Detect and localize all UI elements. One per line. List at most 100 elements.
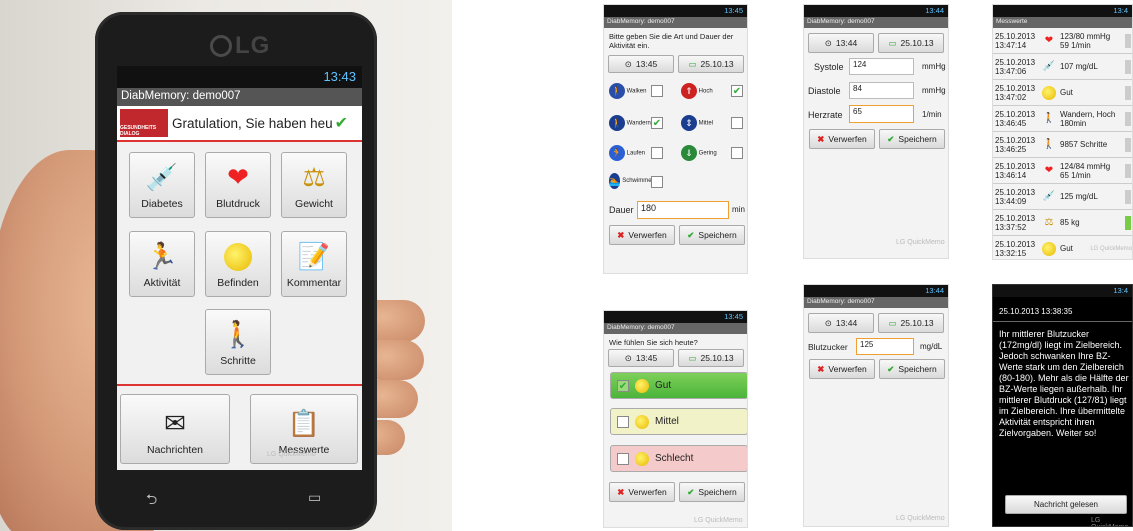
duration-label: Dauer [609,205,634,215]
menu-key-icon[interactable]: ▭ [308,489,321,506]
status-bar: 13:45 [604,5,747,17]
divider [117,384,362,386]
intensity-hoch[interactable]: ⇑ Hoch [681,83,713,99]
syringe-icon: 💉 [145,162,179,192]
tile-diabetes[interactable]: 💉 Diabetes [129,152,195,218]
type-wandern[interactable]: 🚶 Wandern [609,115,651,131]
diastole-input[interactable]: 84 [849,82,914,99]
status-bar: 13:4 [993,5,1132,17]
banner[interactable]: GESUNDHEITS DIALOG Gratulation, Sie habe… [117,106,362,142]
list-item[interactable]: 25.10.2013 13:46:45 🚶 Wandern, Hoch 180min [993,106,1132,132]
checkbox [617,452,629,465]
message-timestamp: 25.10.2013 13:38:35 [999,307,1073,316]
hiker-icon: 🚶 [221,319,255,349]
duration-input[interactable]: 180 [637,201,729,219]
list-item[interactable]: 25.10.2013 13:47:02 Gut [993,80,1132,106]
blood-sugar-input[interactable]: 125 [856,338,914,355]
checkbox-schwimmen[interactable] [651,176,663,188]
mood-option-schlecht[interactable]: Schlecht [610,445,747,472]
steps-icon: 🚶 [1042,139,1056,150]
discard-button[interactable]: ✖ Verwerfen [809,129,875,149]
save-button[interactable]: ✔ Speichern [679,225,745,245]
mood-option-mittel[interactable]: Mittel [610,408,747,435]
checkmark-icon: ✔ [887,133,895,144]
checkbox-laufen[interactable] [651,147,663,159]
checkbox-hoch[interactable]: ✔ [731,85,743,97]
chart-icon: 📋 [287,408,321,438]
date-button[interactable]: ▭ 25.10.13 [678,55,744,73]
mood-screen: 13:45 DiabMemory: demo007 Wie fühlen Sie… [603,310,748,528]
list-item[interactable]: 25.10.2013 13:37:52 ⚖ 85 kg [993,210,1132,236]
time-button[interactable]: ⊙ 13:45 [608,55,674,73]
list-item[interactable]: 25.10.2013 13:46:14 ❤ 124/84 mmHg 65 1/min [993,158,1132,184]
list-item[interactable]: 25.10.2013 13:44:09 💉 125 mg/dL [993,184,1132,210]
syringe-icon: 💉 [1042,61,1056,72]
type-schwimmen[interactable]: 🏊 Schwimmen [609,173,655,189]
tile-befinden[interactable]: Befinden [205,231,271,297]
prompt: Bitte geben Sie die Art und Dauer der Ak… [609,32,734,50]
type-laufen[interactable]: 🏃 Laufen [609,145,645,161]
checkbox-wandern[interactable]: ✔ [651,117,663,129]
smiley-icon [1041,85,1057,100]
list-item[interactable]: 25.10.2013 13:47:06 💉 107 mg/dL [993,54,1132,80]
blood-pressure-screen: 13:44 DiabMemory: demo007 ⊙ 13:44 ▭ 25.10.… [803,4,949,259]
date-button[interactable]: ▭ 25.10.13 [878,313,944,333]
discard-button[interactable]: ✖ Verwerfen [809,359,875,379]
date-button[interactable]: ▭ 25.10.13 [878,33,944,53]
clock-icon: ⊙ [624,58,632,69]
message-read-button[interactable]: Nachricht gelesen [1005,495,1127,514]
tile-schritte[interactable]: 🚶 Schritte [205,309,271,375]
checkmark-icon: ✔ [334,115,349,132]
save-button[interactable]: ✔ Speichern [879,129,945,149]
tile-nachrichten[interactable]: ✉ Nachrichten [120,394,230,464]
status-bar: 13:45 [604,311,747,323]
back-key-icon[interactable]: ⮌ [146,489,157,513]
tile-blutdruck[interactable]: ❤ Blutdruck [205,152,271,218]
save-button[interactable]: ✔ Speichern [679,482,745,502]
heart-icon: ❤ [1044,165,1054,176]
list-item[interactable]: 25.10.2013 13:46:25 🚶 9857 Schritte [993,132,1132,158]
checkbox-mittel[interactable] [731,117,743,129]
list-item[interactable]: 25.10.2013 13:32:15 Gut LG QuickMemo [993,236,1132,259]
checkbox-gering[interactable] [731,147,743,159]
pulse-input[interactable]: 65 [849,105,914,123]
blood-sugar-screen: 13:44 DiabMemory: demo007 ⊙ 13:44 ▭ 25.10.… [803,284,949,527]
systole-input[interactable]: 124 [849,58,914,75]
phone-screen: 13:43 DiabMemory: demo007 GESUNDHEITS DI… [117,66,362,470]
screen-title: Messwerte [993,17,1132,28]
watermark: LG QuickMemo [1091,517,1128,526]
app-title: DiabMemory: demo007 [604,17,747,28]
tile-kommentar[interactable]: 📝 Kommentar [281,231,347,297]
values-screen: 13:4 Messwerte 25.10.2013 13:47:14 ❤ 123/80… [992,4,1133,260]
intensity-mittel[interactable]: ⇕ Mittel [681,115,713,131]
unit-mgdl: mg/dL [920,342,943,351]
app-title: DiabMemory: demo007 [117,88,362,106]
prompt: Wie fühlen Sie sich heute? [609,338,698,347]
discard-button[interactable]: ✖ Verwerfen [609,482,675,502]
tile-aktivitaet[interactable]: 🏃 Aktivität [129,231,195,297]
list-item[interactable]: 25.10.2013 13:47:14 ❤ 123/80 mmHg 59 1/min [993,28,1132,54]
watermark: LG QuickMemo [267,451,316,458]
save-button[interactable]: ✔ Speichern [879,359,945,379]
time-button[interactable]: ⊙ 13:44 [808,313,874,333]
watermark: LG QuickMemo [896,239,945,246]
date-button[interactable]: ▭ 25.10.13 [678,349,744,367]
time-button[interactable]: ⊙ 13:45 [608,349,674,367]
smiley-icon [224,240,252,271]
note-icon: 📝 [297,241,331,271]
arrows-icon: ⇕ [681,115,697,131]
calendar-icon: ▭ [688,352,697,363]
mood-option-gut[interactable]: ✔ Gut [610,372,747,399]
discard-button[interactable]: ✖ Verwerfen [609,225,675,245]
app-title: DiabMemory: demo007 [804,17,948,28]
arrow-down-icon: ⇓ [681,145,697,161]
syringe-icon: 💉 [1042,191,1056,202]
intensity-gering[interactable]: ⇓ Gering [681,145,717,161]
tile-gewicht[interactable]: ⚖ Gewicht [281,152,347,218]
pulse-label: Herzrate [808,110,843,120]
checkbox-walken[interactable] [651,85,663,97]
checkmark-icon: ✔ [687,486,695,497]
blood-sugar-label: Blutzucker [808,342,848,352]
type-walken[interactable]: 🚶 Walken [609,83,646,99]
time-button[interactable]: ⊙ 13:44 [808,33,874,53]
